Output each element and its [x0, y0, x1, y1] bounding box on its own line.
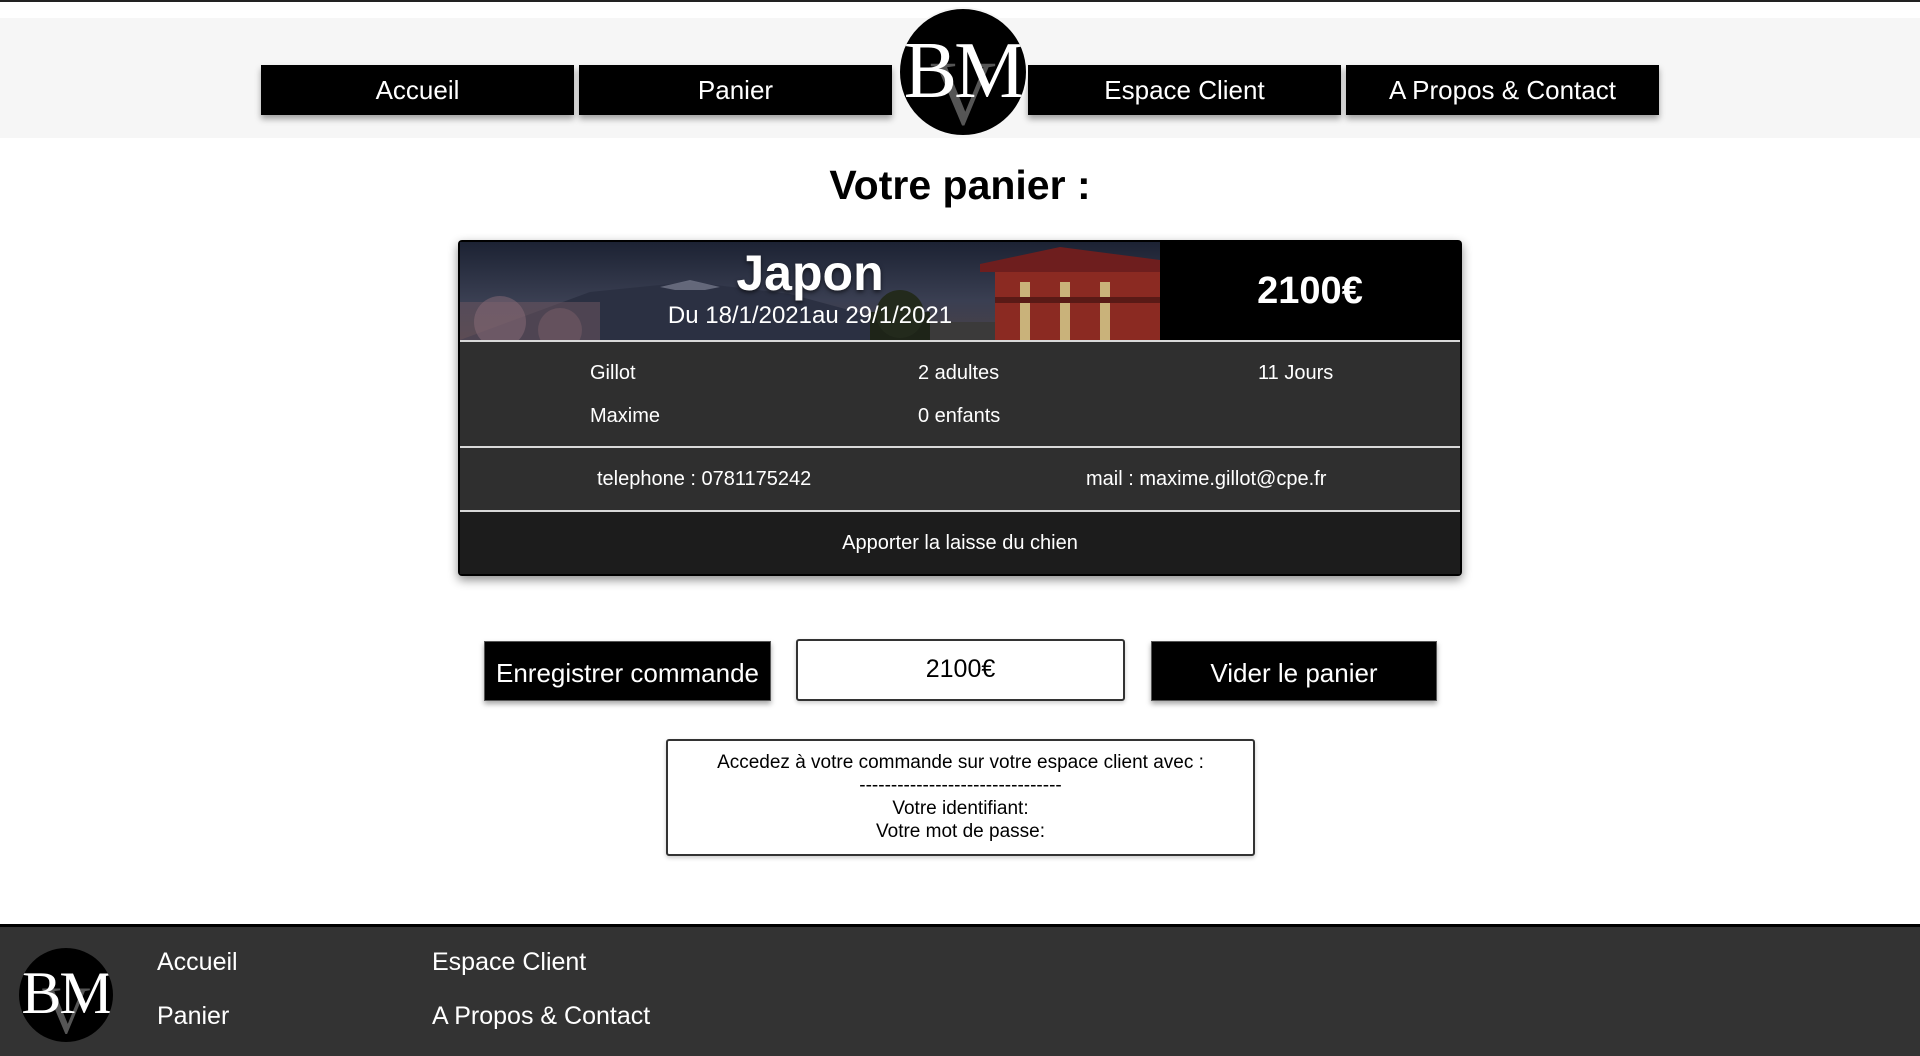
logo-text: BM	[21, 960, 112, 1026]
info-line-intro: Accedez à votre commande sur votre espac…	[717, 752, 1204, 773]
footer-link-espace-client[interactable]: Espace Client	[432, 948, 586, 977]
footer-logo[interactable]: V BM	[19, 948, 113, 1042]
page-title: Votre panier :	[829, 162, 1091, 208]
header-logo[interactable]: V BM	[898, 7, 1028, 137]
last-name: Gillot	[590, 362, 636, 384]
contact-details: telephone : 0781175242 mail : maxime.gil…	[460, 448, 1460, 510]
traveler-details: Gillot Maxime 2 adultes 0 enfants 11 Jou…	[460, 342, 1460, 446]
destination-name: Japon	[736, 245, 884, 301]
info-line-identifier: Votre identifiant:	[892, 798, 1029, 819]
nav-accueil-button[interactable]: Accueil	[261, 65, 574, 115]
total-price: 2100€	[796, 639, 1125, 701]
order-note: Apporter la laisse du chien	[842, 532, 1078, 554]
account-info-box: Accedez à votre commande sur votre espac…	[666, 739, 1255, 856]
adults-count: 2 adultes	[918, 362, 1000, 384]
info-line-password: Votre mot de passe:	[876, 821, 1045, 842]
footer-link-a-propos-contact[interactable]: A Propos & Contact	[432, 1002, 650, 1031]
nav-panier-button[interactable]: Panier	[579, 65, 892, 115]
destination-image: Japon Du 18/1/2021au 29/1/2021	[460, 242, 1160, 340]
footer: V BM Accueil Panier Espace Client A Prop…	[0, 924, 1920, 1056]
info-line-separator: --------------------------------	[859, 775, 1062, 796]
nav-a-propos-contact-button[interactable]: A Propos & Contact	[1346, 65, 1659, 115]
trip-duration: 11 Jours	[1258, 362, 1334, 384]
empty-cart-button[interactable]: Vider le panier	[1151, 641, 1437, 701]
save-order-button[interactable]: Enregistrer commande	[484, 641, 771, 701]
first-name: Maxime	[590, 405, 661, 427]
note-section: Apporter la laisse du chien	[460, 512, 1460, 574]
logo-text: BM	[903, 27, 1026, 115]
footer-link-accueil[interactable]: Accueil	[157, 948, 238, 977]
item-price: 2100€	[1257, 270, 1363, 312]
trip-dates: Du 18/1/2021au 29/1/2021	[667, 302, 953, 329]
cart-item-card: Japon Du 18/1/2021au 29/1/2021 2100€ Gil…	[458, 240, 1462, 576]
footer-link-panier[interactable]: Panier	[157, 1002, 229, 1031]
phone-number: telephone : 0781175242	[597, 468, 812, 490]
children-count: 0 enfants	[918, 405, 1001, 427]
email-address: mail : maxime.gillot@cpe.fr	[1086, 468, 1327, 490]
nav-espace-client-button[interactable]: Espace Client	[1028, 65, 1341, 115]
